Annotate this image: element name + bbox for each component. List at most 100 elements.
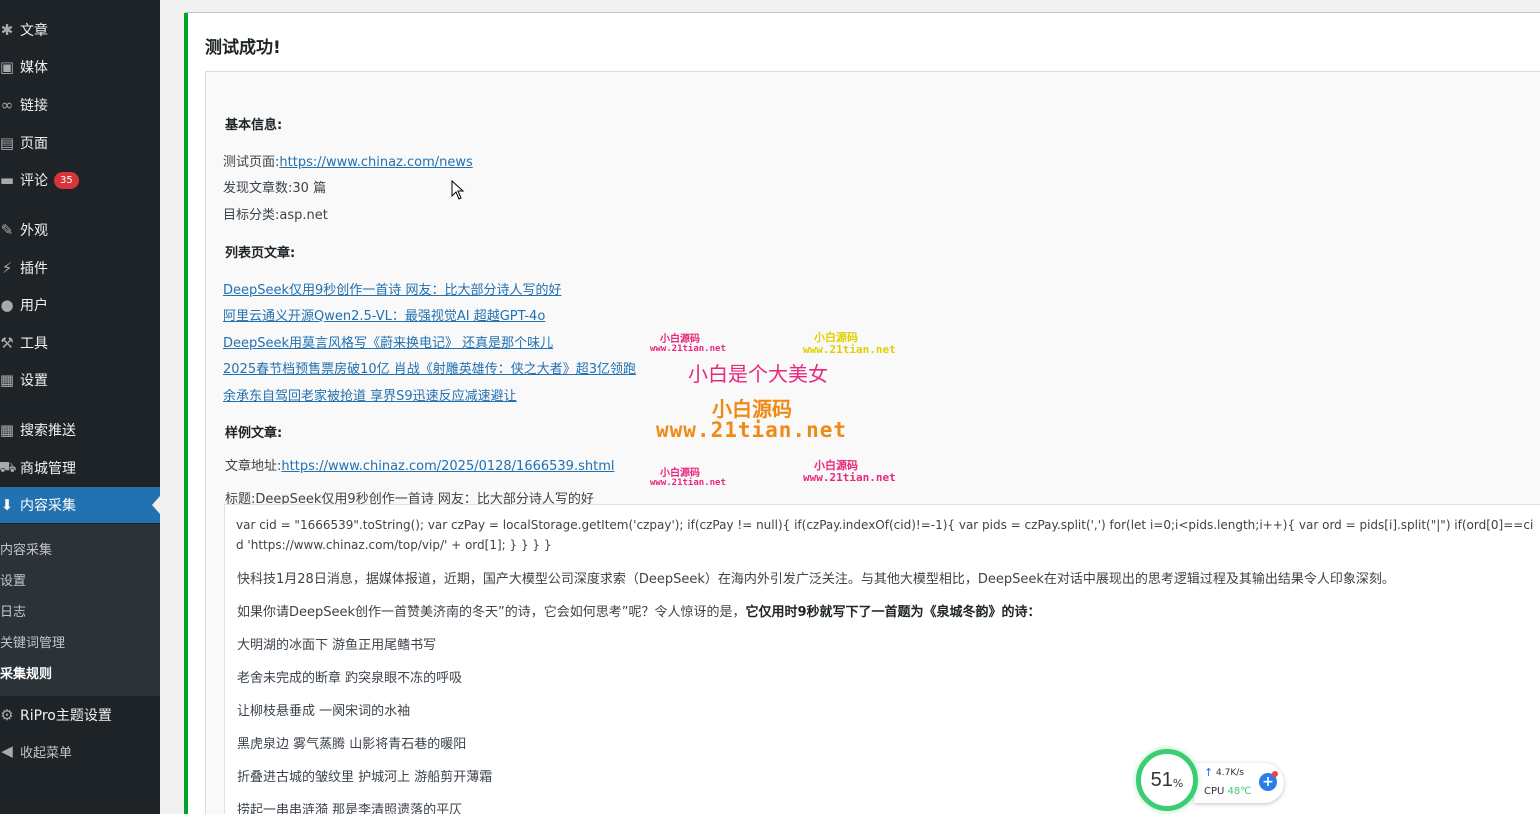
- sidebar-item-comments[interactable]: ▬ 评论 35: [0, 162, 160, 198]
- cpu-label: CPU: [1204, 786, 1225, 797]
- sidebar-item-label: 设置: [20, 373, 48, 389]
- pin-icon: ✱: [0, 21, 14, 39]
- push-icon: ▦: [0, 421, 15, 439]
- sidebar-item-content-collect[interactable]: ⬇ 内容采集: [0, 487, 160, 523]
- cpu-percent-sign: %: [1172, 776, 1184, 790]
- sidebar-item-label: 链接: [20, 98, 48, 114]
- watermark-text: www.21tian.net: [656, 418, 848, 442]
- sidebar-item-links[interactable]: ∞ 链接: [0, 87, 160, 123]
- poem-line: 大明湖的冰面下 游鱼正用尾鳍书写: [237, 638, 437, 653]
- sidebar-item-shop[interactable]: ⛟ 商城管理: [0, 450, 160, 486]
- sidebar-item-label: 媒体: [20, 60, 48, 76]
- paragraph-text: 如果你请DeepSeek创作一首赞美济南的冬天”的诗，它会如何思考”呢？令人惊讶…: [237, 605, 746, 620]
- submenu-item-log[interactable]: 日志: [0, 601, 26, 620]
- basic-info-heading: 基本信息:: [225, 118, 283, 133]
- article-url-link[interactable]: https://www.chinaz.com/2025/0128/1666539…: [281, 459, 614, 474]
- cpu-monitor-widget[interactable]: ↑ 4.7K/s CPU 48℃ + 51%: [1136, 749, 1284, 813]
- submenu-item-collect[interactable]: 内容采集: [0, 539, 52, 558]
- sidebar-item-label: 外观: [20, 223, 48, 239]
- watermark-text: 小白是个大美女: [688, 362, 828, 386]
- sidebar-item-pages[interactable]: ▤ 页面: [0, 125, 160, 161]
- watermark-text: www.21tian.net: [650, 478, 726, 488]
- article-url-label: 文章地址:: [225, 459, 282, 474]
- watermark-text: www.21tian.net: [650, 344, 726, 354]
- article-link[interactable]: DeepSeek用莫言风格写《蔚来换电记》 还真是那个味儿: [223, 332, 553, 351]
- cart-icon: ⛟: [0, 458, 17, 476]
- sidebar-item-settings[interactable]: ▦ 设置: [0, 362, 160, 398]
- sidebar-item-label: RiPro主题设置: [20, 708, 112, 724]
- mouse-cursor-icon: [451, 180, 465, 200]
- watermark-text: 小白源码: [660, 468, 700, 479]
- sidebar-item-label: 插件: [20, 261, 48, 277]
- link-icon: ∞: [0, 96, 14, 114]
- cpu-temp: 48℃: [1227, 786, 1252, 797]
- submenu-item-keywords[interactable]: 关键词管理: [0, 632, 65, 651]
- sidebar-item-ripro-settings[interactable]: ⚙ RiPro主题设置: [0, 697, 160, 733]
- admin-sidebar: ✱ 文章 ▣ 媒体 ∞ 链接 ▤ 页面 ▬ 评论 35 ✎ 外观 ⚡ 插件 ● …: [0, 0, 160, 814]
- article-link[interactable]: 2025春节档预售票房破10亿 肖战《射雕英雄传：侠之大者》超3亿领跑: [223, 358, 636, 377]
- sidebar-item-users[interactable]: ● 用户: [0, 287, 160, 323]
- poem-line: 老舍未完成的断章 趵突泉眼不冻的呼吸: [237, 671, 463, 686]
- sidebar-item-search-push[interactable]: ▦ 搜索推送: [0, 412, 160, 448]
- poem-line: 黑虎泉边 雾气蒸腾 山影将青石巷的暖阳: [237, 737, 467, 752]
- article-link[interactable]: 余承东自驾回老家被抢道 享界S9迅速反应减速避让: [223, 385, 517, 404]
- article-link[interactable]: DeepSeek仅用9秒创作一首诗 网友：比大部分诗人写的好: [223, 279, 561, 298]
- settings-icon: ▦: [0, 371, 15, 389]
- brush-icon: ✎: [0, 221, 14, 239]
- cpu-temp-line: CPU 48℃: [1204, 786, 1252, 797]
- notification-dot: [1272, 771, 1278, 777]
- media-icon: ▣: [0, 58, 15, 76]
- article-content-preview[interactable]: var cid = "1666539".toString(); var czPa…: [224, 504, 1540, 814]
- sidebar-item-label: 页面: [20, 136, 48, 152]
- content-collect-submenu: 内容采集 设置 日志 关键词管理 采集规则: [0, 524, 160, 696]
- watermark-text: www.21tian.net: [803, 471, 896, 484]
- notice-title: 测试成功!: [205, 38, 281, 58]
- submenu-item-rules[interactable]: 采集规则: [0, 663, 52, 682]
- cpu-panel: ↑ 4.7K/s CPU 48℃ +: [1194, 763, 1284, 803]
- page-icon: ▤: [0, 134, 15, 152]
- category-line: 目标分类:asp.net: [223, 204, 328, 223]
- cpu-usage-ring: 51%: [1136, 749, 1198, 811]
- content-paragraph: 如果你请DeepSeek创作一首赞美济南的冬天”的诗，它会如何思考”呢？令人惊讶…: [237, 601, 1041, 620]
- sidebar-item-label: 文章: [20, 23, 48, 39]
- watermark-text: www.21tian.net: [803, 343, 896, 356]
- comment-icon: ▬: [0, 171, 15, 189]
- cpu-percent: 51: [1150, 768, 1173, 791]
- sample-article-heading: 样例文章:: [225, 426, 283, 441]
- test-result-box: 基本信息: 测试页面:https://www.chinaz.com/news 发…: [205, 71, 1540, 814]
- sidebar-item-label: 用户: [20, 298, 48, 314]
- article-link[interactable]: 阿里云通义开源Qwen2.5-VL：最强视觉AI 超越GPT-4o: [223, 305, 545, 324]
- script-text: var cid = "1666539".toString(); var czPa…: [236, 518, 1534, 552]
- poem-line: 捞起一串串涟漪 那是李清照遗落的平仄: [237, 803, 463, 814]
- watermark-text: 小白源码: [660, 334, 700, 345]
- sidebar-item-plugins[interactable]: ⚡ 插件: [0, 250, 160, 286]
- sidebar-item-label: 评论: [20, 173, 48, 189]
- content-paragraph: 快科技1月28日消息，据媒体报道，近期，国产大模型公司深度求索（DeepSeek…: [237, 572, 1395, 587]
- list-articles-heading: 列表页文章:: [225, 246, 296, 261]
- sidebar-collapse-button[interactable]: ◀ 收起菜单: [0, 733, 160, 769]
- test-page-line: 测试页面:https://www.chinaz.com/news: [223, 151, 473, 170]
- paragraph-bold-text: 它仅用时9秒就写下了一首题为《泉城冬韵》的诗：: [745, 605, 1041, 620]
- sidebar-item-media[interactable]: ▣ 媒体: [0, 49, 160, 85]
- sidebar-item-label: 搜索推送: [20, 423, 76, 439]
- plugin-icon: ⚡: [1, 259, 13, 277]
- sidebar-item-posts[interactable]: ✱ 文章: [0, 12, 160, 48]
- test-page-link[interactable]: https://www.chinaz.com/news: [279, 155, 472, 170]
- submenu-item-settings[interactable]: 设置: [0, 570, 26, 589]
- gear-icon: ⚙: [0, 706, 14, 724]
- upload-arrow-icon: ↑: [1204, 766, 1214, 779]
- active-indicator: [152, 496, 160, 514]
- article-url-line: 文章地址:https://www.chinaz.com/2025/0128/16…: [225, 455, 614, 474]
- comment-count-badge: 35: [54, 171, 79, 189]
- user-icon: ●: [0, 296, 14, 314]
- found-count-line: 发现文章数:30 篇: [223, 177, 326, 196]
- collapse-icon: ◀: [1, 742, 13, 760]
- sidebar-item-label: 收起菜单: [20, 745, 73, 761]
- poem-line: 让柳枝悬垂成 一阕宋词的水袖: [237, 704, 411, 719]
- sidebar-item-appearance[interactable]: ✎ 外观: [0, 212, 160, 248]
- sidebar-item-label: 内容采集: [20, 498, 76, 514]
- main-content: 测试成功! 基本信息: 测试页面:https://www.chinaz.com/…: [160, 0, 1540, 814]
- network-speed: 4.7K/s: [1216, 768, 1244, 778]
- poem-line: 折叠进古城的皱纹里 护城河上 游船剪开薄霜: [237, 770, 493, 785]
- sidebar-item-tools[interactable]: ⚒ 工具: [0, 325, 160, 361]
